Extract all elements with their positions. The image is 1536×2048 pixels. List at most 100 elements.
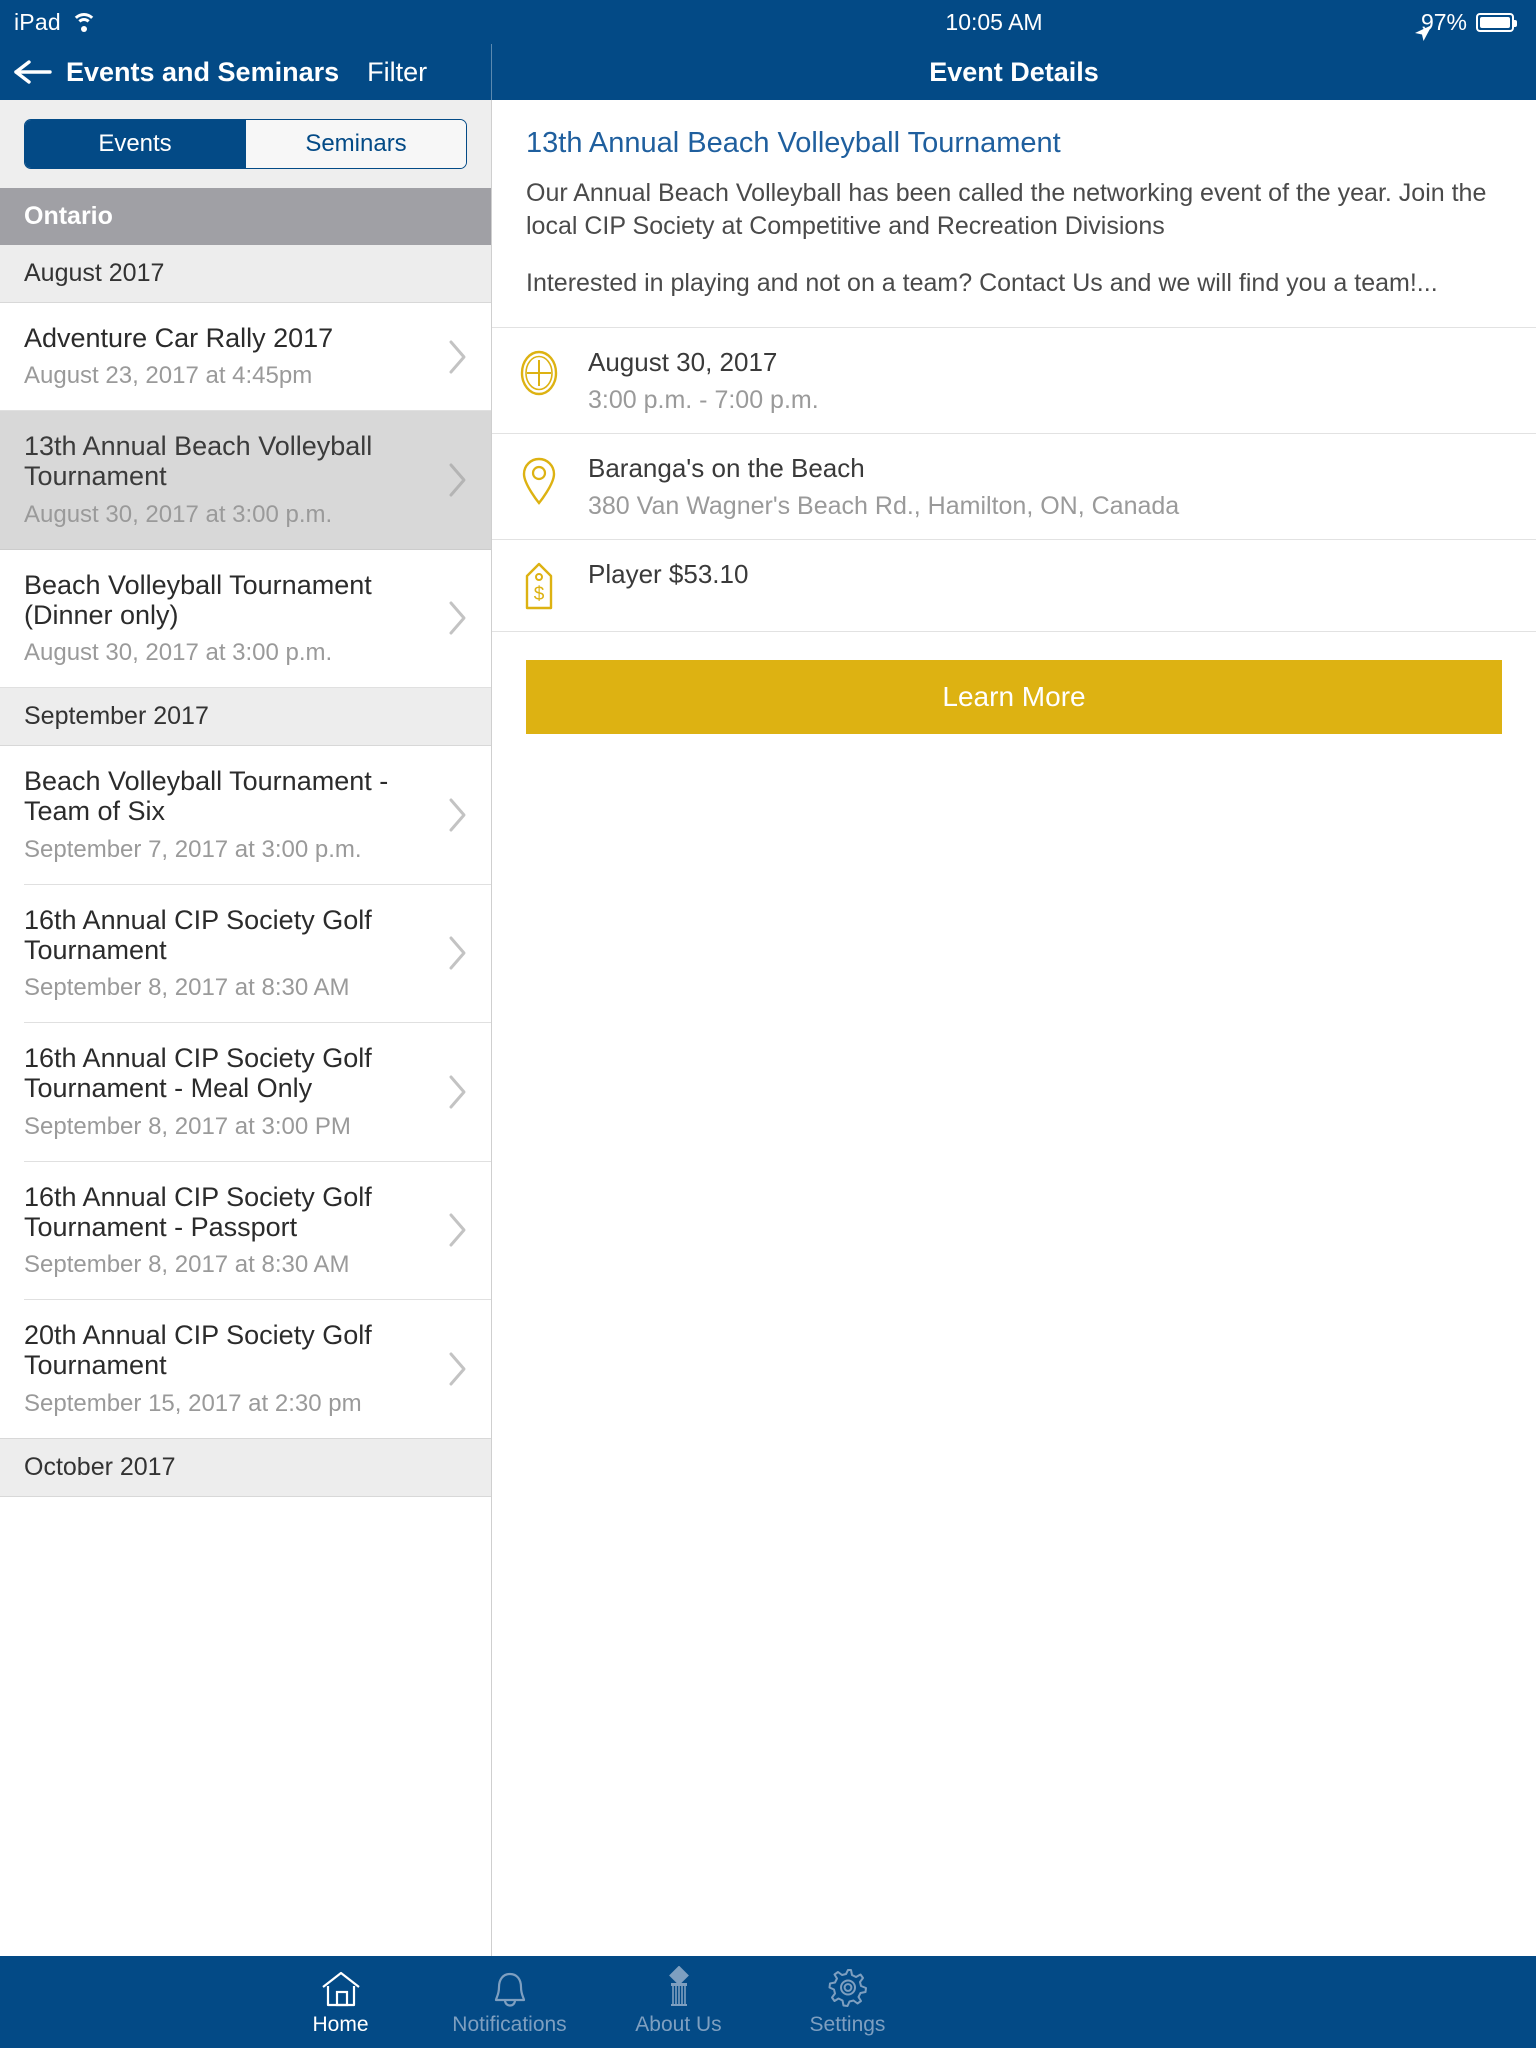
event-datetime: August 30, 2017 at 3:00 p.m.	[24, 639, 333, 667]
learn-more-container: Learn More	[492, 632, 1536, 734]
chevron-right-icon	[447, 935, 469, 971]
status-bar-left: iPad	[0, 9, 492, 36]
month-header: September 2017	[0, 688, 491, 747]
tab-settings-label: Settings	[809, 2012, 886, 2036]
status-bar: iPad 10:05 AM 97%	[0, 0, 1536, 44]
event-title: 16th Annual CIP Society Golf Tournament …	[24, 1181, 372, 1242]
list-item[interactable]: Adventure Car Rally 2017 August 23, 2017…	[0, 303, 491, 412]
detail-description-p2: Interested in playing and not on a team?…	[526, 269, 1438, 298]
device-label: iPad	[14, 8, 61, 35]
tab-settings[interactable]: Settings	[763, 1956, 932, 2048]
chevron-right-icon	[447, 339, 469, 375]
detail-time: 3:00 p.m. - 7:00 p.m.	[588, 385, 819, 414]
segmented-control[interactable]: Events Seminars	[24, 119, 467, 169]
event-datetime: September 8, 2017 at 3:00 PM	[24, 1112, 351, 1140]
detail-row-price: $ Player $53.10	[492, 540, 1536, 632]
filter-button[interactable]: Filter	[367, 57, 427, 88]
tab-about-us-label: About Us	[635, 2012, 722, 2036]
chevron-right-icon	[447, 600, 469, 636]
list-item[interactable]: Beach Volleyball Tournament (Dinner only…	[0, 549, 491, 689]
chevron-right-icon	[447, 797, 469, 833]
status-bar-clock: 10:05 AM	[945, 8, 1043, 35]
tab-home-label: Home	[312, 2012, 369, 2036]
event-title: Beach Volleyball Tournament - Team of Si…	[24, 766, 389, 827]
detail-event-title: 13th Annual Beach Volleyball Tournament	[526, 127, 1061, 159]
detail-info-rows: August 30, 2017 3:00 p.m. - 7:00 p.m. Ba…	[492, 326, 1536, 632]
list-item[interactable]: 16th Annual CIP Society Golf Tournament …	[0, 1161, 491, 1300]
event-datetime: September 8, 2017 at 8:30 AM	[24, 1251, 350, 1279]
event-title: 20th Annual CIP Society Golf Tournament	[24, 1320, 372, 1381]
detail-venue: Baranga's on the Beach	[588, 452, 865, 483]
detail-description: Our Annual Beach Volleyball has been cal…	[492, 161, 1536, 301]
list-item[interactable]: 16th Annual CIP Society Golf Tournament …	[0, 1023, 491, 1161]
tab-seminars[interactable]: Seminars	[245, 120, 466, 168]
list-item[interactable]: 20th Annual CIP Society Golf Tournament …	[0, 1300, 491, 1438]
tab-events[interactable]: Events	[25, 120, 245, 168]
list-item[interactable]: Beach Volleyball Tournament - Team of Si…	[0, 746, 491, 884]
content-area: Events Seminars Ontario August 2017 Adve…	[0, 100, 1536, 1956]
event-datetime: September 8, 2017 at 8:30 AM	[24, 974, 350, 1002]
bell-icon	[490, 1968, 530, 2008]
price-tag-icon: $	[512, 558, 566, 613]
event-detail-content: 13th Annual Beach Volleyball Tournament …	[492, 100, 1536, 734]
wifi-icon	[70, 12, 97, 32]
detail-empty-space	[492, 734, 1536, 1956]
svg-text:$: $	[534, 584, 545, 605]
pillar-icon	[660, 1965, 698, 2008]
detail-row-datetime: August 30, 2017 3:00 p.m. - 7:00 p.m.	[492, 328, 1536, 434]
segmented-control-container: Events Seminars	[0, 100, 491, 188]
events-master-pane: Events Seminars Ontario August 2017 Adve…	[0, 100, 492, 1956]
month-header: October 2017	[0, 1437, 491, 1497]
detail-row-location: Baranga's on the Beach 380 Van Wagner's …	[492, 434, 1536, 540]
battery-percent-label: 97%	[1420, 8, 1467, 35]
back-button[interactable]	[0, 57, 66, 87]
tab-home[interactable]: Home	[256, 1956, 425, 2048]
page-title: Events and Seminars	[66, 56, 340, 87]
region-header: Ontario	[0, 188, 491, 245]
tab-notifications-label: Notifications	[452, 2012, 567, 2036]
event-datetime: September 15, 2017 at 2:30 pm	[24, 1389, 362, 1417]
tab-about-us[interactable]: About Us	[594, 1956, 763, 2048]
status-bar-center: 10:05 AM	[492, 9, 1536, 36]
detail-address: 380 Van Wagner's Beach Rd., Hamilton, ON…	[588, 491, 1180, 520]
tab-bar-spacer	[0, 1956, 256, 2048]
chevron-right-icon	[447, 462, 469, 498]
detail-page-title: Event Details	[929, 56, 1099, 87]
event-title: 13th Annual Beach Volleyball Tournament	[24, 431, 373, 492]
detail-navigation-bar: Event Details	[492, 44, 1536, 100]
detail-price-text: Player $53.10	[588, 558, 748, 590]
navigation-bar: Events and Seminars Filter Event Details	[0, 44, 1536, 100]
clock-icon	[512, 346, 566, 397]
tab-notifications[interactable]: Notifications	[425, 1956, 594, 2048]
bottom-tab-bar: Home Notifications About Us Settings	[0, 1956, 1536, 2048]
battery-icon	[1476, 12, 1517, 32]
detail-location-text: Baranga's on the Beach 380 Van Wagner's …	[588, 452, 1179, 521]
app-screen: iPad 10:05 AM 97% Events and Seminars Fi…	[0, 0, 1536, 2048]
detail-description-p1: Our Annual Beach Volleyball has been cal…	[526, 178, 1487, 241]
event-title: Adventure Car Rally 2017	[24, 323, 334, 353]
status-bar-right: 97%	[1412, 0, 1517, 44]
gear-icon	[827, 1968, 869, 2008]
list-item[interactable]: 16th Annual CIP Society Golf Tournament …	[0, 884, 491, 1023]
list-item[interactable]: 13th Annual Beach Volleyball Tournament …	[0, 411, 491, 550]
events-list[interactable]: August 2017 Adventure Car Rally 2017 Aug…	[0, 245, 491, 1956]
learn-more-button[interactable]: Learn More	[526, 659, 1502, 734]
map-pin-icon	[512, 452, 566, 507]
event-datetime: August 30, 2017 at 3:00 p.m.	[24, 500, 333, 528]
event-title: 16th Annual CIP Society Golf Tournament	[24, 904, 372, 965]
chevron-right-icon	[447, 1351, 469, 1387]
event-detail-pane: 13th Annual Beach Volleyball Tournament …	[492, 100, 1536, 1956]
chevron-right-icon	[447, 1074, 469, 1110]
detail-date: August 30, 2017	[588, 346, 778, 377]
back-arrow-icon	[13, 57, 53, 87]
chevron-right-icon	[447, 1212, 469, 1248]
month-header: August 2017	[0, 245, 491, 303]
detail-datetime-text: August 30, 2017 3:00 p.m. - 7:00 p.m.	[588, 346, 819, 415]
event-datetime: September 7, 2017 at 3:00 p.m.	[24, 835, 362, 863]
home-icon	[320, 1968, 362, 2008]
master-navigation-bar: Events and Seminars Filter	[0, 44, 492, 100]
event-title: 16th Annual CIP Society Golf Tournament …	[24, 1043, 372, 1104]
detail-price: Player $53.10	[588, 558, 749, 589]
event-title: Beach Volleyball Tournament (Dinner only…	[24, 569, 372, 630]
event-datetime: August 23, 2017 at 4:45pm	[24, 362, 313, 390]
